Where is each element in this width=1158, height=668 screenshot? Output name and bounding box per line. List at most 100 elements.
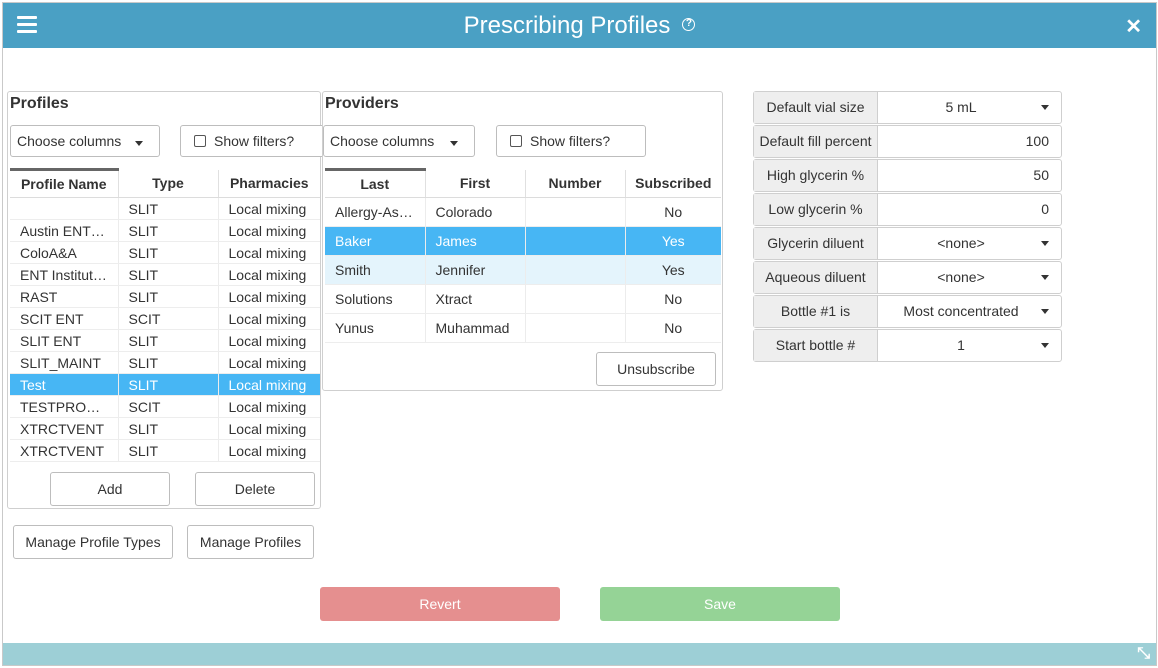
add-profile-button[interactable]: Add [50, 472, 170, 506]
profiles-show-filters-toggle[interactable]: Show filters? [180, 125, 330, 157]
setting-select[interactable]: 5 mL [879, 92, 1061, 123]
profiles-choose-columns-button[interactable]: Choose columns [10, 125, 160, 157]
table-row[interactable]: ENT Institut… SLIT Local mixing [10, 263, 320, 286]
close-icon[interactable]: ✕ [1125, 14, 1142, 39]
setting-select[interactable]: <none> [879, 262, 1061, 293]
table-row[interactable]: SLIT ENT SLIT Local mixing [10, 329, 320, 352]
table-cell: SLIT [118, 241, 219, 264]
column-header-pharmacies[interactable]: Pharmacies [218, 169, 320, 198]
table-cell: SLIT [118, 417, 219, 440]
table-row[interactable]: RAST SLIT Local mixing [10, 285, 320, 308]
table-row[interactable]: Allergy-As… Colorado No [325, 197, 721, 227]
column-header-number[interactable]: Number [525, 169, 626, 198]
table-row[interactable]: ColoA&A SLIT Local mixing [10, 241, 320, 264]
column-header-profile-name[interactable]: Profile Name [10, 168, 119, 198]
chevron-down-icon [1041, 105, 1049, 110]
setting-value: 5 mL [945, 99, 977, 115]
table-cell: No [625, 313, 721, 343]
table-cell: James [425, 226, 526, 256]
column-header-first[interactable]: First [425, 169, 526, 198]
setting-row: Glycerin diluent <none> [753, 227, 1062, 260]
manage-profile-types-button[interactable]: Manage Profile Types [13, 525, 173, 559]
table-row[interactable]: SLIT_MAINT SLIT Local mixing [10, 351, 320, 374]
delete-profile-button[interactable]: Delete [195, 472, 315, 506]
table-cell: Allergy-As… [325, 197, 426, 227]
setting-label: High glycerin % [754, 160, 878, 191]
table-cell: SLIT [118, 263, 219, 286]
setting-row: Default vial size 5 mL [753, 91, 1062, 124]
table-cell: Local mixing [218, 241, 320, 264]
providers-panel: Providers Choose columns Show filters? L… [322, 91, 723, 391]
table-cell [525, 255, 626, 285]
setting-number-input[interactable]: 100 [879, 126, 1061, 157]
providers-table: Last First Number Subscribed Allergy-As…… [325, 168, 721, 343]
chevron-down-icon [1041, 343, 1049, 348]
setting-select[interactable]: <none> [879, 228, 1061, 259]
status-bar: ⤡ [3, 643, 1156, 665]
table-row[interactable]: XTRCTVENT SLIT Local mixing [10, 417, 320, 440]
providers-choose-columns-button[interactable]: Choose columns [323, 125, 475, 157]
table-cell: SLIT [118, 351, 219, 374]
setting-label: Glycerin diluent [754, 228, 878, 259]
profiles-header-row: Profile Name Type Pharmacies [10, 168, 320, 198]
table-row[interactable]: Austin ENT… SLIT Local mixing [10, 219, 320, 242]
page-title-text: Prescribing Profiles [463, 12, 671, 39]
providers-title: Providers [325, 95, 399, 112]
table-cell: SCIT [118, 395, 219, 418]
setting-label: Bottle #1 is [754, 296, 878, 327]
checkbox-icon[interactable] [510, 135, 522, 147]
resize-icon[interactable]: ⤡ [1137, 645, 1150, 663]
help-circle-icon[interactable]: ? [682, 18, 696, 32]
revert-button[interactable]: Revert [320, 587, 560, 621]
table-cell: SLIT [118, 219, 219, 242]
setting-row: Start bottle # 1 [753, 329, 1062, 362]
column-header-type[interactable]: Type [118, 169, 219, 198]
table-row[interactable]: Yunus Muhammad No [325, 313, 721, 343]
table-row[interactable]: Solutions Xtract No [325, 284, 721, 314]
checkbox-icon[interactable] [194, 135, 206, 147]
column-header-subscribed[interactable]: Subscribed [625, 169, 721, 198]
column-header-last[interactable]: Last [325, 168, 426, 198]
table-cell: SCIT ENT [10, 307, 119, 330]
table-cell: Local mixing [218, 439, 320, 462]
table-cell: ENT Institut… [10, 263, 119, 286]
save-button[interactable]: Save [600, 587, 840, 621]
providers-show-filters-toggle[interactable]: Show filters? [496, 125, 646, 157]
chevron-down-icon [1041, 309, 1049, 314]
table-row[interactable]: SLIT Local mixing [10, 197, 320, 220]
prescribing-profiles-window: Prescribing Profiles? ✕ Profiles Choose … [2, 2, 1157, 666]
table-row[interactable]: Baker James Yes [325, 226, 721, 256]
setting-select[interactable]: Most concentrated [879, 296, 1061, 327]
setting-value: 0 [1041, 201, 1049, 217]
table-row[interactable]: Test SLIT Local mixing [10, 373, 320, 396]
table-cell: SLIT [118, 373, 219, 396]
providers-show-filters-label: Show filters? [530, 133, 611, 149]
profiles-choose-columns-label: Choose columns [17, 133, 122, 149]
setting-row: Aqueous diluent <none> [753, 261, 1062, 294]
table-cell: SCIT [118, 307, 219, 330]
unsubscribe-button[interactable]: Unsubscribe [596, 352, 716, 386]
table-cell: Muhammad [425, 313, 526, 343]
table-cell: TESTPRO… [10, 395, 119, 418]
table-cell: ColoA&A [10, 241, 119, 264]
table-cell [10, 197, 119, 220]
table-cell: Colorado [425, 197, 526, 227]
profiles-title: Profiles [10, 95, 69, 112]
table-cell: Smith [325, 255, 426, 285]
table-cell: SLIT_MAINT [10, 351, 119, 374]
table-cell: SLIT [118, 439, 219, 462]
table-row[interactable]: Smith Jennifer Yes [325, 255, 721, 285]
chevron-down-icon [1041, 275, 1049, 280]
setting-number-input[interactable]: 50 [879, 160, 1061, 191]
table-cell: RAST [10, 285, 119, 308]
manage-profiles-button[interactable]: Manage Profiles [187, 525, 314, 559]
profiles-show-filters-label: Show filters? [214, 133, 295, 149]
chevron-down-icon [1041, 241, 1049, 246]
table-row[interactable]: TESTPRO… SCIT Local mixing [10, 395, 320, 418]
table-cell: SLIT [118, 197, 219, 220]
table-row[interactable]: SCIT ENT SCIT Local mixing [10, 307, 320, 330]
table-cell: XTRCTVENT [10, 439, 119, 462]
table-row[interactable]: XTRCTVENT SLIT Local mixing [10, 439, 320, 462]
setting-number-input[interactable]: 0 [879, 194, 1061, 225]
setting-select[interactable]: 1 [879, 330, 1061, 361]
